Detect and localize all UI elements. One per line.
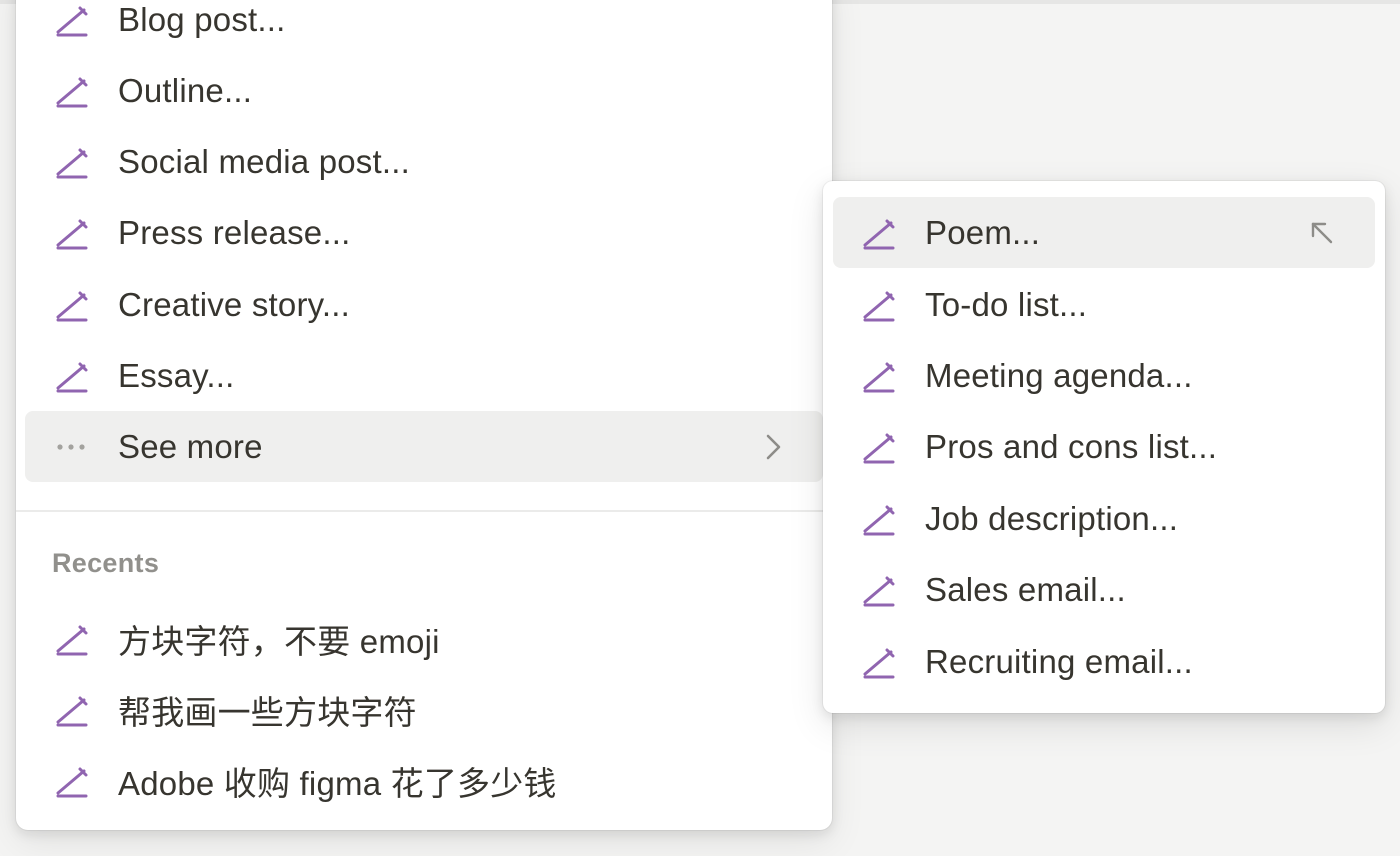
menu-item-social-media-post[interactable]: Social media post... — [25, 126, 823, 197]
menu-item-creative-story[interactable]: Creative story... — [25, 269, 823, 340]
pencil-icon — [859, 644, 899, 680]
pencil-icon — [52, 287, 92, 323]
pencil-icon — [52, 358, 92, 394]
pencil-icon — [52, 73, 92, 109]
recent-item-label: 帮我画一些方块字符 — [118, 693, 417, 731]
menu-item-label: Press release... — [118, 213, 351, 251]
submenu-item-recruiting-email[interactable]: Recruiting email... — [833, 626, 1375, 697]
pencil-icon — [52, 763, 92, 799]
pencil-icon — [859, 501, 899, 537]
chevron-right-icon — [763, 432, 785, 462]
submenu-item-sales-email[interactable]: Sales email... — [833, 554, 1375, 625]
ai-prompt-menu: Blog post... Outline... Social media pos… — [16, 0, 832, 830]
submenu-item-label: Meeting agenda... — [925, 356, 1193, 394]
menu-item-label: Outline... — [118, 71, 253, 109]
recent-item-label: 方块字符，不要 emoji — [118, 622, 440, 660]
recent-item[interactable]: 方块字符，不要 emoji — [25, 603, 823, 674]
recent-item[interactable]: Adobe 收购 figma 花了多少钱 — [25, 745, 823, 816]
submenu-item-label: Job description... — [925, 499, 1179, 537]
submenu-item-poem[interactable]: Poem... — [833, 197, 1375, 268]
pencil-icon — [52, 621, 92, 657]
recent-item[interactable]: 帮我画一些方块字符 — [25, 674, 823, 745]
pencil-icon — [52, 692, 92, 728]
menu-item-label: Creative story... — [118, 285, 351, 323]
submenu-item-label: Poem... — [925, 213, 1041, 251]
recent-item-label: Adobe 收购 figma 花了多少钱 — [118, 764, 557, 802]
see-more-label: See more — [118, 427, 263, 465]
submenu-item-label: Pros and cons list... — [925, 427, 1218, 465]
pencil-icon — [859, 287, 899, 323]
submenu-item-todo-list[interactable]: To-do list... — [833, 269, 1375, 340]
pencil-icon — [859, 429, 899, 465]
return-arrow-icon — [1307, 218, 1337, 248]
recents-heading: Recents — [52, 548, 160, 578]
see-more-button[interactable]: See more — [25, 411, 823, 482]
menu-item-press-release[interactable]: Press release... — [25, 197, 823, 268]
submenu-item-label: Sales email... — [925, 570, 1126, 608]
pencil-icon — [859, 215, 899, 251]
submenu-item-label: Recruiting email... — [925, 642, 1193, 680]
pencil-icon — [52, 2, 92, 38]
menu-item-label: Essay... — [118, 356, 235, 394]
submenu-item-meeting-agenda[interactable]: Meeting agenda... — [833, 340, 1375, 411]
submenu-item-pros-and-cons[interactable]: Pros and cons list... — [833, 411, 1375, 482]
menu-divider — [16, 510, 832, 512]
menu-item-essay[interactable]: Essay... — [25, 340, 823, 411]
see-more-submenu: Poem... To-do list... Meeting agenda... … — [823, 181, 1385, 713]
pencil-icon — [859, 358, 899, 394]
submenu-item-label: To-do list... — [925, 285, 1088, 323]
pencil-icon — [859, 572, 899, 608]
menu-item-label: Blog post... — [118, 0, 286, 38]
submenu-item-job-description[interactable]: Job description... — [833, 483, 1375, 554]
menu-item-outline[interactable]: Outline... — [25, 55, 823, 126]
menu-item-blog-post[interactable]: Blog post... — [25, 0, 823, 55]
pencil-icon — [52, 144, 92, 180]
pencil-icon — [52, 215, 92, 251]
more-dots-icon — [52, 429, 92, 465]
screen: Blog post... Outline... Social media pos… — [0, 0, 1400, 856]
menu-item-label: Social media post... — [118, 142, 410, 180]
